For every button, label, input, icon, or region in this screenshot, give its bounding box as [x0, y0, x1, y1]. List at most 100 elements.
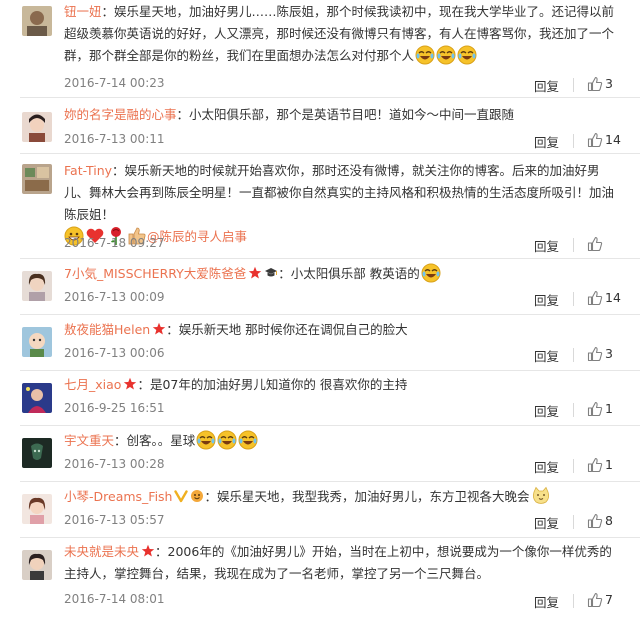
comment-author[interactable]: 敖夜能猫Helen: [64, 322, 150, 337]
comment-item: Fat-Tiny：娱乐新天地的时候就开始喜欢你，那时还没有微博，就关注你的博客。…: [0, 154, 640, 259]
comment-line: 超级羡慕你英语说的好好，人又漂亮，那时候还没有微博只有博客，有人在博客骂你，我还…: [64, 26, 615, 41]
reply-button[interactable]: 回复: [534, 290, 559, 309]
reply-button[interactable]: 回复: [534, 132, 559, 151]
reply-button[interactable]: 回复: [534, 236, 559, 255]
laugh-cry-emoji: [457, 45, 477, 65]
divider: [573, 78, 574, 92]
comment-text: 未央就是未央 ：2006年的《加油好男儿》开始，当时在上初中，想说要成为一个像你一…: [64, 541, 626, 585]
reply-button[interactable]: 回复: [534, 76, 559, 95]
graduation-cap-icon: [264, 266, 278, 280]
comment-author[interactable]: 妳的名字是融的心事: [64, 107, 177, 122]
reply-button[interactable]: 回复: [534, 346, 559, 365]
comment-item: 小琴-Dreams_Fish ：娱乐星天地，我型我秀，加油好男儿，东方卫视各大晚会…: [0, 482, 640, 538]
comment-separator: ：: [112, 163, 125, 178]
avatar[interactable]: [22, 327, 52, 357]
divider: [573, 134, 574, 148]
comment-item: 宇文重天：创客。。星球 2016-7-13 00:28 回复 1: [0, 426, 640, 482]
comment-time: 2016-7-13 00:28: [64, 457, 165, 471]
like-count: 3: [605, 346, 613, 361]
avatar[interactable]: [22, 271, 52, 301]
avatar[interactable]: [22, 112, 52, 142]
comment-line: 娱乐新天地 那时候你还在调侃自己的脸大: [178, 322, 408, 337]
vip-badge-icon: [174, 489, 189, 503]
comment-separator: ：: [101, 4, 115, 19]
comment-line: 陈辰姐！: [64, 207, 115, 222]
divider: [573, 292, 574, 306]
laugh-cry-emoji: [436, 45, 456, 65]
reply-button[interactable]: 回复: [534, 592, 559, 611]
like-count: 14: [605, 132, 621, 147]
like-icon[interactable]: [587, 513, 603, 529]
avatar[interactable]: [22, 438, 52, 468]
avatar[interactable]: [22, 164, 52, 194]
like-count: 1: [605, 401, 613, 416]
comment-time: 2016-7-13 00:11: [64, 132, 165, 146]
comment-line: 创客。。星球: [126, 433, 196, 448]
comment-author[interactable]: 七月_xiao: [64, 377, 121, 392]
comment-separator: ：: [278, 266, 291, 281]
like-icon[interactable]: [587, 401, 603, 417]
comment-item: 未央就是未央 ：2006年的《加油好男儿》开始，当时在上初中，想说要成为一个像你一…: [0, 538, 640, 617]
comment-line: 是07年的加油好男儿知道你的 很喜欢你的主持: [149, 377, 408, 392]
reply-button[interactable]: 回复: [534, 457, 559, 476]
star-badge-icon: [248, 266, 262, 280]
comment-item: 妳的名字是融的心事：小太阳俱乐部，那个是英语节目吧！道如今～中间一直跟随 201…: [0, 98, 640, 154]
comment-line: 娱乐星天地，我型我秀，加油好男儿，东方卫视各大晚会: [217, 489, 530, 504]
divider: [573, 403, 574, 417]
like-icon[interactable]: [587, 457, 603, 473]
comment-line: 娱乐星天地，加油好男儿……陈辰姐，那个时候我读初中，现在我大学毕业了。还记得以前: [114, 4, 615, 19]
like-icon[interactable]: [587, 76, 603, 92]
comment-text: Fat-Tiny：娱乐新天地的时候就开始喜欢你，那时还没有微博，就关注你的博客。…: [64, 160, 626, 248]
comment-separator: ：: [204, 489, 217, 504]
comment-author[interactable]: 宇文重天: [64, 433, 114, 448]
fan-badge-icon: [190, 489, 204, 503]
like-icon[interactable]: [587, 592, 603, 608]
comment-item: 敖夜能猫Helen ：娱乐新天地 那时候你还在调侃自己的脸大 2016-7-13 …: [0, 315, 640, 371]
avatar[interactable]: [22, 6, 52, 36]
laugh-cry-emoji: [415, 45, 435, 65]
cat-emoji: [531, 486, 551, 506]
divider: [573, 348, 574, 362]
star-badge-icon: [141, 544, 155, 558]
comment-author[interactable]: 未央就是未央: [64, 544, 139, 559]
comment-line: 小太阳俱乐部，那个是英语节目吧！道如今～中间一直跟随: [189, 107, 515, 122]
like-count: 7: [605, 592, 613, 607]
avatar[interactable]: [22, 550, 52, 580]
comment-author[interactable]: 7小気_MISSCHERRY大爱陈爸爸: [64, 266, 246, 281]
comment-separator: ：: [114, 433, 127, 448]
comment-separator: ：: [137, 377, 150, 392]
comment-author[interactable]: 钮一妞: [64, 4, 102, 19]
like-count: 14: [605, 290, 621, 305]
like-count: 1: [605, 457, 613, 472]
comment-text: 宇文重天：创客。。星球: [64, 430, 626, 452]
like-icon[interactable]: [587, 290, 603, 306]
comment-item: 七月_xiao ：是07年的加油好男儿知道你的 很喜欢你的主持 2016-9-25…: [0, 371, 640, 426]
like-icon[interactable]: [587, 132, 603, 148]
reply-button[interactable]: 回复: [534, 513, 559, 532]
comment-separator: ：: [176, 107, 190, 122]
comment-text: 小琴-Dreams_Fish ：娱乐星天地，我型我秀，加油好男儿，东方卫视各大晚会: [64, 486, 626, 508]
laugh-cry-emoji: [421, 263, 441, 283]
like-count: 3: [605, 76, 613, 91]
like-icon[interactable]: [587, 346, 603, 362]
laugh-cry-emoji: [238, 430, 258, 450]
laugh-cry-emoji: [217, 430, 237, 450]
avatar[interactable]: [22, 494, 52, 524]
comment-time: 2016-7-13 05:57: [64, 513, 165, 527]
comment-time: 2016-7-13 00:09: [64, 290, 165, 304]
comment-text: 妳的名字是融的心事：小太阳俱乐部，那个是英语节目吧！道如今～中间一直跟随: [64, 104, 626, 126]
avatar[interactable]: [22, 383, 52, 413]
star-badge-icon: [123, 377, 137, 391]
comment-text: 钮一妞：娱乐星天地，加油好男儿……陈辰姐，那个时候我读初中，现在我大学毕业了。还…: [64, 1, 626, 67]
comment-author[interactable]: 小琴-Dreams_Fish: [64, 489, 172, 504]
divider: [573, 459, 574, 473]
comment-author[interactable]: Fat-Tiny: [64, 163, 112, 178]
comment-text: 7小気_MISSCHERRY大爱陈爸爸 ：小太阳俱乐部 教英语的: [64, 263, 626, 285]
comment-separator: ：: [155, 544, 168, 559]
divider: [573, 515, 574, 529]
comment-separator: ：: [166, 322, 179, 337]
comment-text: 敖夜能猫Helen ：娱乐新天地 那时候你还在调侃自己的脸大: [64, 319, 626, 341]
reply-button[interactable]: 回复: [534, 401, 559, 420]
divider: [573, 594, 574, 608]
like-icon[interactable]: [587, 236, 603, 252]
